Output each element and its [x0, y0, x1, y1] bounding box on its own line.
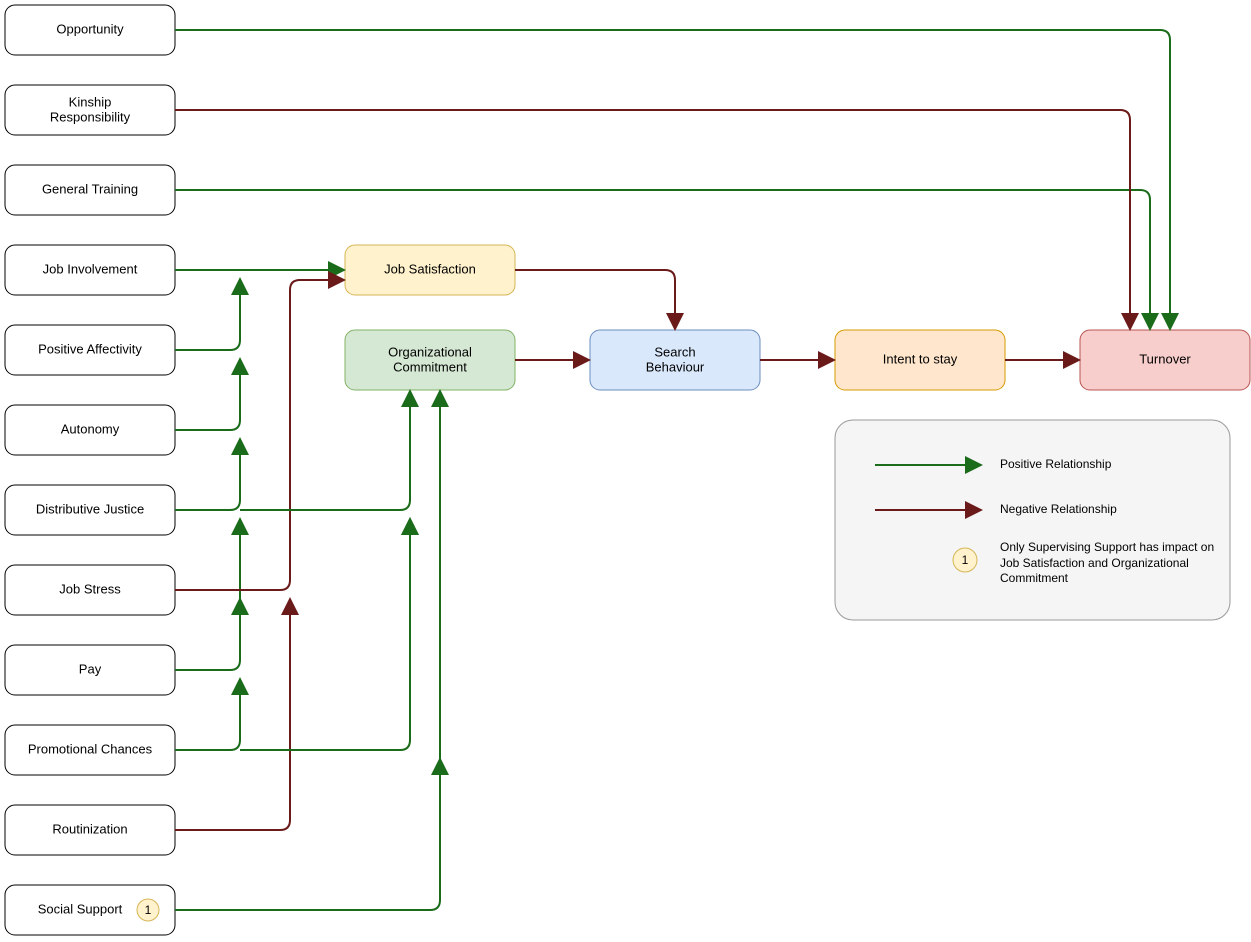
edge-posaff-js — [175, 280, 240, 350]
edge-training-turnover — [175, 190, 1150, 328]
legend: Positive Relationship Negative Relations… — [835, 420, 1230, 620]
node-intent-to-stay: Intent to stay — [835, 330, 1005, 390]
node-autonomy: Autonomy — [5, 405, 175, 455]
edge-distjustice-oc — [240, 392, 410, 510]
node-distributive-justice: Distributive Justice — [5, 485, 175, 535]
label: Positive Affectivity — [38, 341, 142, 356]
turnover-diagram: Opportunity Kinship Responsibility Gener… — [0, 0, 1251, 942]
edge-pay-js — [175, 600, 240, 670]
label-line1: Kinship — [69, 94, 112, 109]
node-org-commitment: Organizational Commitment — [345, 330, 515, 390]
label: Turnover — [1139, 351, 1191, 366]
edge-routinization-js — [175, 600, 290, 830]
label: Autonomy — [61, 421, 120, 436]
edge-opportunity-turnover — [175, 30, 1170, 328]
node-positive-affectivity: Positive Affectivity — [5, 325, 175, 375]
node-kinship: Kinship Responsibility — [5, 85, 175, 135]
label: Intent to stay — [883, 351, 958, 366]
edge-autonomy-js — [175, 360, 240, 430]
label: Job Involvement — [43, 261, 138, 276]
node-opportunity: Opportunity — [5, 5, 175, 55]
label: Job Stress — [59, 581, 121, 596]
edge-promo-js — [175, 680, 240, 750]
legend-pos-label: Positive Relationship — [1000, 457, 1112, 471]
label: General Training — [42, 181, 138, 196]
node-job-satisfaction: Job Satisfaction — [345, 245, 515, 295]
label: Promotional Chances — [28, 741, 153, 756]
node-social-support: Social Support 1 — [5, 885, 175, 935]
node-search-behaviour: Search Behaviour — [590, 330, 760, 390]
label-line2: Behaviour — [646, 359, 705, 374]
node-job-involvement: Job Involvement — [5, 245, 175, 295]
label: Distributive Justice — [36, 501, 144, 516]
edge-distjustice-js — [175, 440, 240, 510]
legend-note-text: Only Supervising Support has impact on J… — [1000, 540, 1215, 587]
note-badge-number: 1 — [145, 903, 152, 917]
label-line1: Organizational — [388, 344, 472, 359]
edge-kinship-turnover — [175, 110, 1130, 328]
node-pay: Pay — [5, 645, 175, 695]
label-line1: Search — [654, 344, 695, 359]
label: Pay — [79, 661, 102, 676]
label: Routinization — [52, 821, 127, 836]
edge-promo-oc — [240, 520, 410, 750]
legend-neg-label: Negative Relationship — [1000, 502, 1117, 516]
edge-social-oc — [175, 392, 440, 910]
label: Opportunity — [56, 21, 124, 36]
node-general-training: General Training — [5, 165, 175, 215]
node-promotional-chances: Promotional Chances — [5, 725, 175, 775]
edge-jobstress-js — [175, 280, 343, 590]
legend-note-number: 1 — [962, 553, 969, 567]
node-turnover: Turnover — [1080, 330, 1250, 390]
label: Job Satisfaction — [384, 261, 476, 276]
label-line2: Commitment — [393, 359, 467, 374]
label: Social Support — [38, 901, 123, 916]
label-line2: Responsibility — [50, 109, 131, 124]
edge-js-search — [515, 270, 675, 328]
node-job-stress: Job Stress — [5, 565, 175, 615]
node-routinization: Routinization — [5, 805, 175, 855]
